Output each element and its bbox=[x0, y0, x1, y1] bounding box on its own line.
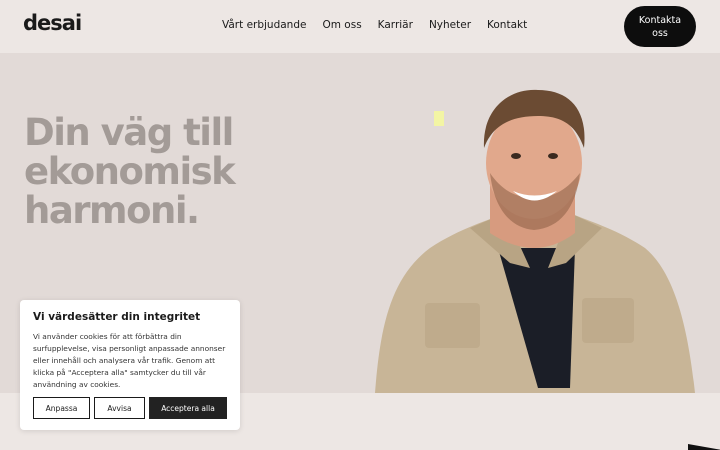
site-header: desai Vårt erbjudande Om oss Karriär Nyh… bbox=[0, 0, 720, 53]
hero-title-line-2: ekonomisk bbox=[24, 150, 236, 193]
hero-title-line-3: harmoni. bbox=[24, 189, 200, 232]
customize-cookies-button[interactable]: Anpassa bbox=[33, 397, 90, 419]
cookie-consent-dialog: Vi värdesätter din integritet Vi använde… bbox=[20, 300, 240, 430]
desai-logo[interactable]: desai bbox=[23, 11, 82, 35]
nav-item-news[interactable]: Nyheter bbox=[429, 19, 471, 31]
nav-item-contact[interactable]: Kontakt bbox=[487, 19, 527, 31]
nav-item-career[interactable]: Karriär bbox=[378, 19, 413, 31]
cookie-dialog-title: Vi värdesätter din integritet bbox=[33, 311, 201, 323]
accept-all-cookies-button[interactable]: Acceptera alla bbox=[149, 397, 227, 419]
cookie-dialog-text: Vi använder cookies för att förbättra di… bbox=[33, 332, 226, 389]
reject-cookies-button[interactable]: Avvisa bbox=[94, 397, 145, 419]
person-portrait-image bbox=[375, 89, 695, 393]
cookie-button-group: Anpassa Avvisa Acceptera alla bbox=[33, 397, 227, 419]
nav-item-offering[interactable]: Vårt erbjudande bbox=[222, 19, 306, 31]
decorative-arrow-icon bbox=[688, 444, 720, 450]
nav-item-about[interactable]: Om oss bbox=[322, 19, 361, 31]
contact-us-button[interactable]: Kontakta oss bbox=[624, 6, 696, 47]
main-nav: Vårt erbjudande Om oss Karriär Nyheter K… bbox=[222, 19, 527, 31]
hero-title: Din väg till ekonomisk harmoni. bbox=[24, 111, 236, 232]
hero-title-line-1: Din väg till bbox=[24, 111, 234, 154]
